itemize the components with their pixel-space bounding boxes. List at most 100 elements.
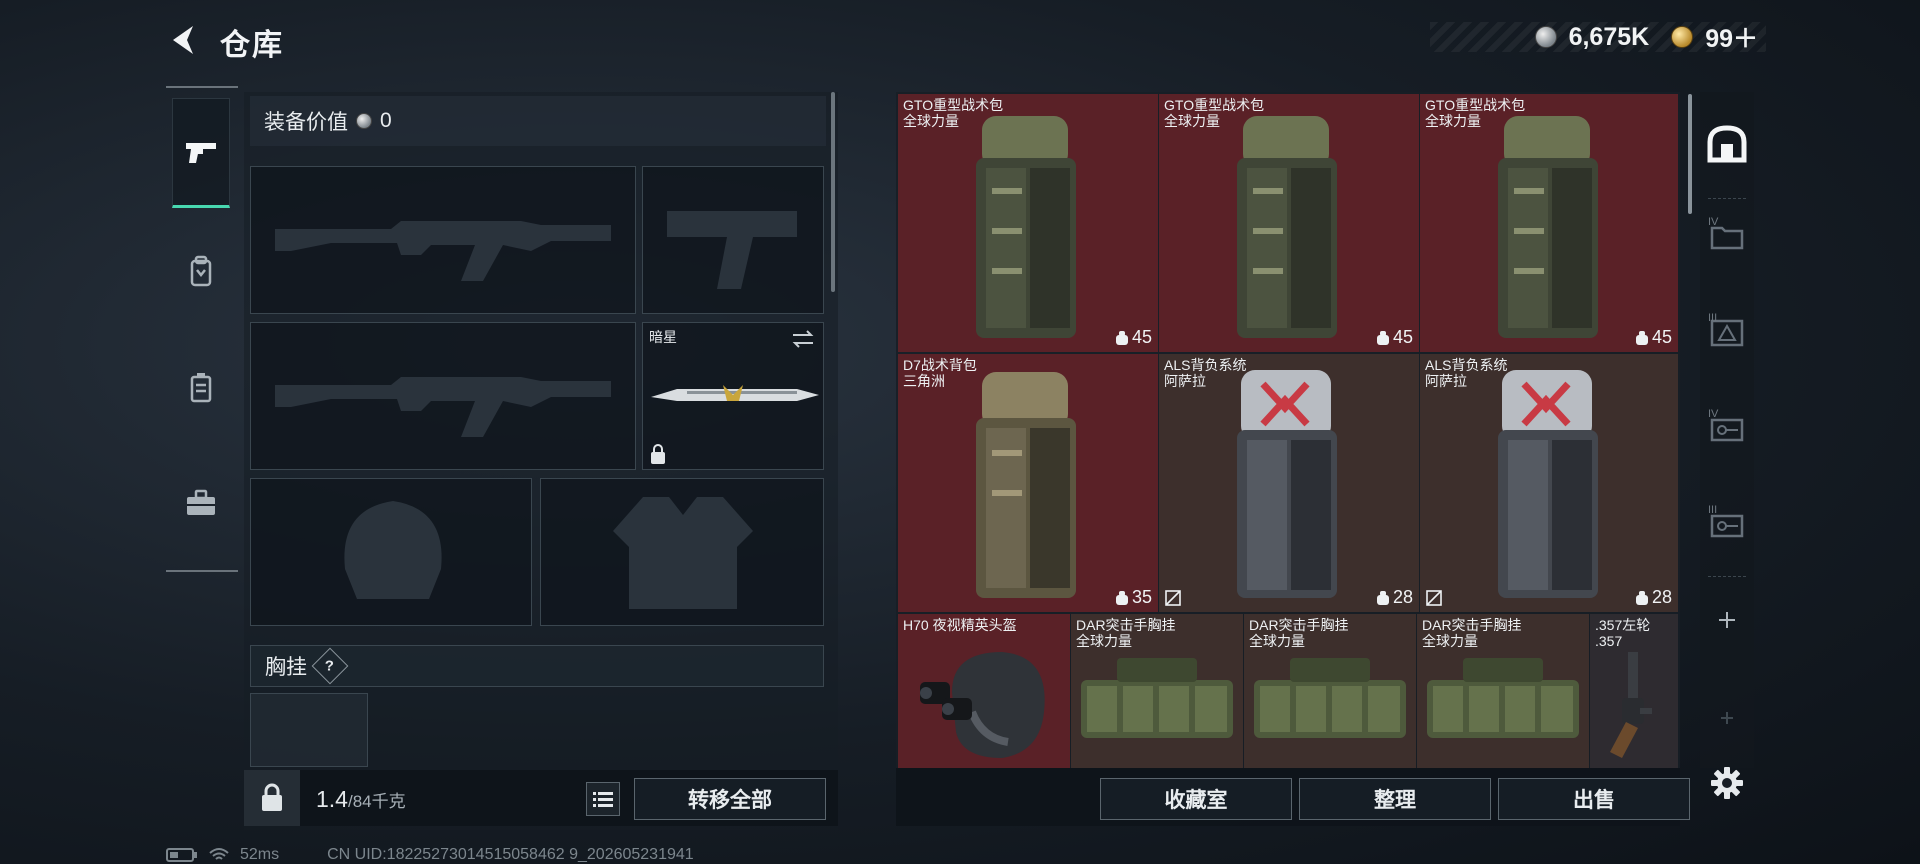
capacity-icon	[1115, 330, 1128, 345]
tab-case[interactable]	[172, 448, 230, 558]
loadout-scrollbar[interactable]	[831, 92, 835, 292]
capacity-icon	[1115, 590, 1128, 605]
backpack-icon	[190, 255, 212, 287]
stash-item-revolver[interactable]: .357左轮 .357	[1590, 614, 1678, 768]
melee-slot[interactable]: 暗星	[642, 322, 824, 470]
pistol-icon	[186, 143, 216, 163]
collection-button[interactable]: 收藏室	[1100, 778, 1292, 820]
stash-page-tier-4-a[interactable]: IV	[1700, 206, 1754, 266]
item-sub: .357	[1595, 633, 1623, 649]
stash-item-backpack[interactable]: ALS背负系统 阿萨拉 28	[1420, 354, 1678, 612]
stash-page-tier-3-b[interactable]: III	[1700, 494, 1754, 554]
item-count: 45	[1131, 327, 1152, 347]
weight-readout: 1.4/84千克	[316, 786, 406, 813]
chest-rig-icon	[1427, 658, 1579, 738]
back-button[interactable]	[165, 20, 201, 60]
silver-amount: 6,675K	[1568, 22, 1650, 51]
stash-item-backpack[interactable]: ALS背负系统 阿萨拉 28	[1159, 354, 1419, 612]
tab-weapons[interactable]	[172, 98, 230, 208]
settings-button[interactable]	[1700, 756, 1754, 810]
stash-item-backpack[interactable]: D7战术背包 三角洲 35	[898, 354, 1158, 612]
chest-rig-header: 胸挂 ?	[250, 645, 824, 687]
weight-max: /84千克	[347, 792, 406, 811]
list-icon	[593, 792, 613, 807]
item-count: 35	[1131, 587, 1152, 607]
heavy-backpack-icon	[1498, 116, 1598, 338]
silver-coin-icon	[1534, 26, 1557, 48]
back-arrow-icon	[173, 26, 193, 54]
transfer-all-button[interactable]: 转移全部	[634, 778, 826, 820]
sort-button[interactable]: 整理	[1299, 778, 1491, 820]
pistol-silhouette-icon	[667, 211, 797, 289]
stash-item-chest-rig[interactable]: DAR突击手胸挂 全球力量	[1071, 614, 1243, 768]
lock-icon	[651, 444, 665, 464]
als-backpack-icon	[1237, 370, 1337, 598]
category-tabs	[166, 86, 238, 572]
capacity-icon	[1635, 330, 1648, 345]
stash-item-backpack[interactable]: GTO重型战术包 全球力量 45	[1420, 94, 1678, 352]
ping: 52ms	[240, 846, 280, 863]
item-name: DAR突击手胸挂	[1076, 617, 1176, 633]
item-name: .357左轮	[1595, 617, 1651, 633]
battery-icon	[166, 848, 197, 862]
no-insure-icon	[1426, 590, 1442, 606]
stash-scrollbar[interactable]	[1688, 94, 1692, 214]
item-name: DAR突击手胸挂	[1422, 617, 1522, 633]
chest-rig-label: 胸挂	[265, 656, 307, 679]
silver-coin-icon	[356, 113, 372, 129]
revolver-icon	[1610, 652, 1652, 758]
stash-page-tier-3-a[interactable]: III	[1700, 302, 1754, 362]
item-sub: 全球力量	[903, 113, 959, 129]
item-sub: 三角洲	[903, 373, 945, 389]
stash-item-backpack[interactable]: GTO重型战术包 全球力量 45	[898, 94, 1158, 352]
plus-icon	[1719, 612, 1735, 628]
helmet-slot[interactable]	[250, 478, 532, 626]
currency-bar: 6,675K 99＋	[1430, 22, 1766, 53]
sell-button[interactable]: 出售	[1498, 778, 1690, 820]
stash-page-main[interactable]	[1700, 114, 1754, 174]
nv-helmet-icon	[920, 652, 1045, 758]
item-sub: 全球力量	[1249, 633, 1305, 649]
lock-button[interactable]	[244, 770, 300, 826]
stash-item-chest-rig[interactable]: DAR突击手胸挂 全球力量	[1417, 614, 1589, 768]
sidearm-slot[interactable]	[642, 166, 824, 314]
plus-icon	[1721, 712, 1733, 724]
vest-icon	[190, 373, 212, 403]
primary-weapon-slot-2[interactable]	[250, 322, 636, 470]
tier-label: III	[1708, 312, 1718, 324]
tab-backpack[interactable]	[172, 216, 230, 326]
tier-label: IV	[1708, 408, 1719, 420]
stash-item-backpack[interactable]: GTO重型战术包 全球力量 45	[1159, 94, 1419, 352]
page-title: 仓库	[220, 29, 284, 62]
gear-icon	[1711, 767, 1743, 799]
tab-chest-rig[interactable]	[172, 332, 230, 442]
chest-rig-icon	[1254, 658, 1406, 738]
swap-icon[interactable]	[791, 329, 815, 349]
item-count: 28	[1651, 587, 1672, 607]
equip-value: 0	[380, 109, 392, 132]
tactical-backpack-icon	[976, 372, 1076, 598]
weight-current: 1.4	[316, 786, 348, 812]
vest-silhouette-icon	[613, 497, 753, 609]
stash-item-chest-rig[interactable]: DAR突击手胸挂 全球力量	[1244, 614, 1416, 768]
list-view-button[interactable]	[586, 782, 620, 816]
chest-rig-slot[interactable]	[250, 693, 368, 767]
help-icon[interactable]: ?	[311, 647, 349, 685]
item-name: H70 夜视精英头盔	[903, 617, 1017, 633]
wifi-icon	[209, 848, 229, 860]
add-stash-page-button[interactable]	[1700, 590, 1754, 650]
equip-value-bar: 装备价值 0	[250, 96, 826, 146]
gold-coin-icon	[1671, 26, 1694, 48]
stash-item-helmet[interactable]: H70 夜视精英头盔	[898, 614, 1070, 768]
armor-slot[interactable]	[540, 478, 824, 626]
stash-page-tier-4-b[interactable]: IV	[1700, 398, 1754, 458]
helmet-silhouette-icon	[344, 501, 442, 599]
add-stash-page-disabled	[1700, 688, 1754, 748]
capacity-icon	[1376, 590, 1389, 605]
heavy-backpack-icon	[1237, 116, 1337, 338]
capacity-icon	[1376, 330, 1389, 345]
primary-weapon-slot-1[interactable]	[250, 166, 636, 314]
item-name: D7战术背包	[903, 357, 977, 373]
chest-rig-icon	[1081, 658, 1233, 738]
gold-amount: 99＋	[1705, 25, 1758, 53]
